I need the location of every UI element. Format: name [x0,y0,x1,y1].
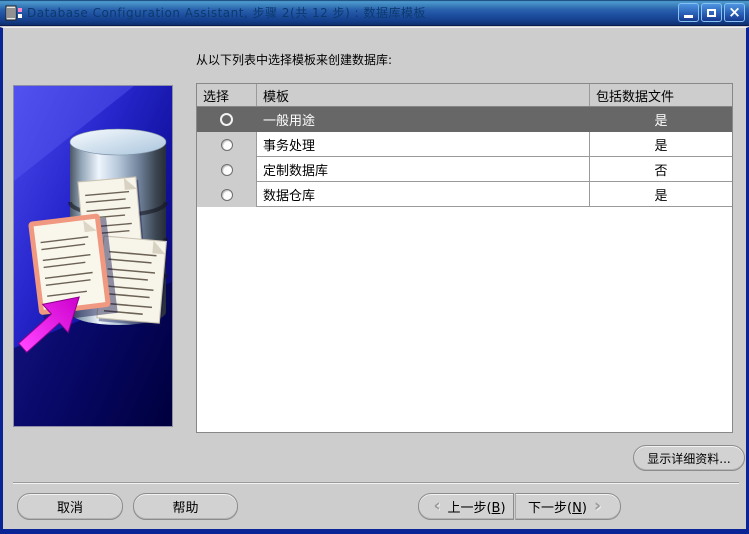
column-header-select: 选择 [197,84,257,106]
radio-button[interactable] [220,188,233,201]
table-header: 选择 模板 包括数据文件 [197,84,732,107]
template-name: 数据仓库 [257,182,590,207]
wizard-artwork [13,85,173,427]
back-chevron-icon: ‹ [433,496,441,516]
window-title: Database Configuration Assistant, 步骤 2(共… [27,6,426,20]
instruction-text: 从以下列表中选择模板来创建数据库: [196,53,393,67]
template-name: 定制数据库 [257,157,590,182]
app-icon [5,5,22,20]
minimize-icon [684,15,693,18]
radio-button[interactable] [220,113,233,126]
cancel-button[interactable]: 取消 [17,493,123,520]
button-separator [13,482,739,484]
next-chevron-icon: › [593,496,601,516]
template-name: 一般用途 [257,107,590,132]
close-button[interactable]: × [724,3,745,22]
minimize-button[interactable] [678,3,699,22]
title-bar[interactable]: Database Configuration Assistant, 步骤 2(共… [0,0,749,26]
column-header-template: 模板 [257,84,590,106]
table-row-data-warehouse[interactable]: 数据仓库 是 [197,182,732,207]
next-button[interactable]: 下一步(N) › [515,493,621,520]
template-name: 事务处理 [257,132,590,157]
radio-button[interactable] [220,138,233,151]
includes-datafiles-value: 是 [590,182,732,207]
includes-datafiles-value: 是 [590,132,732,157]
includes-datafiles-value: 是 [590,107,732,132]
maximize-button[interactable] [701,3,722,22]
help-button[interactable]: 帮助 [133,493,238,520]
back-button-label: 上一步(B) [447,501,506,516]
radio-button[interactable] [220,163,233,176]
show-details-button[interactable]: 显示详细资料... [633,445,745,471]
table-row-transaction-processing[interactable]: 事务处理 是 [197,132,732,157]
back-button[interactable]: ‹ 上一步(B) [418,493,514,520]
column-header-datafiles: 包括数据文件 [596,89,675,105]
close-icon: × [728,3,741,21]
template-table: 选择 模板 包括数据文件 一般用途 是 事务处理 是 定制数据库 否 数据仓库 … [196,83,733,433]
window-body: 从以下列表中选择模板来创建数据库: 选择 模板 包括数据文件 一般用途 是 事务… [0,27,749,534]
table-row-general-purpose[interactable]: 一般用途 是 [197,107,732,132]
maximize-icon [707,8,716,17]
table-row-custom-database[interactable]: 定制数据库 否 [197,157,732,182]
next-button-label: 下一步(N) [528,501,587,516]
includes-datafiles-value: 否 [590,157,732,182]
